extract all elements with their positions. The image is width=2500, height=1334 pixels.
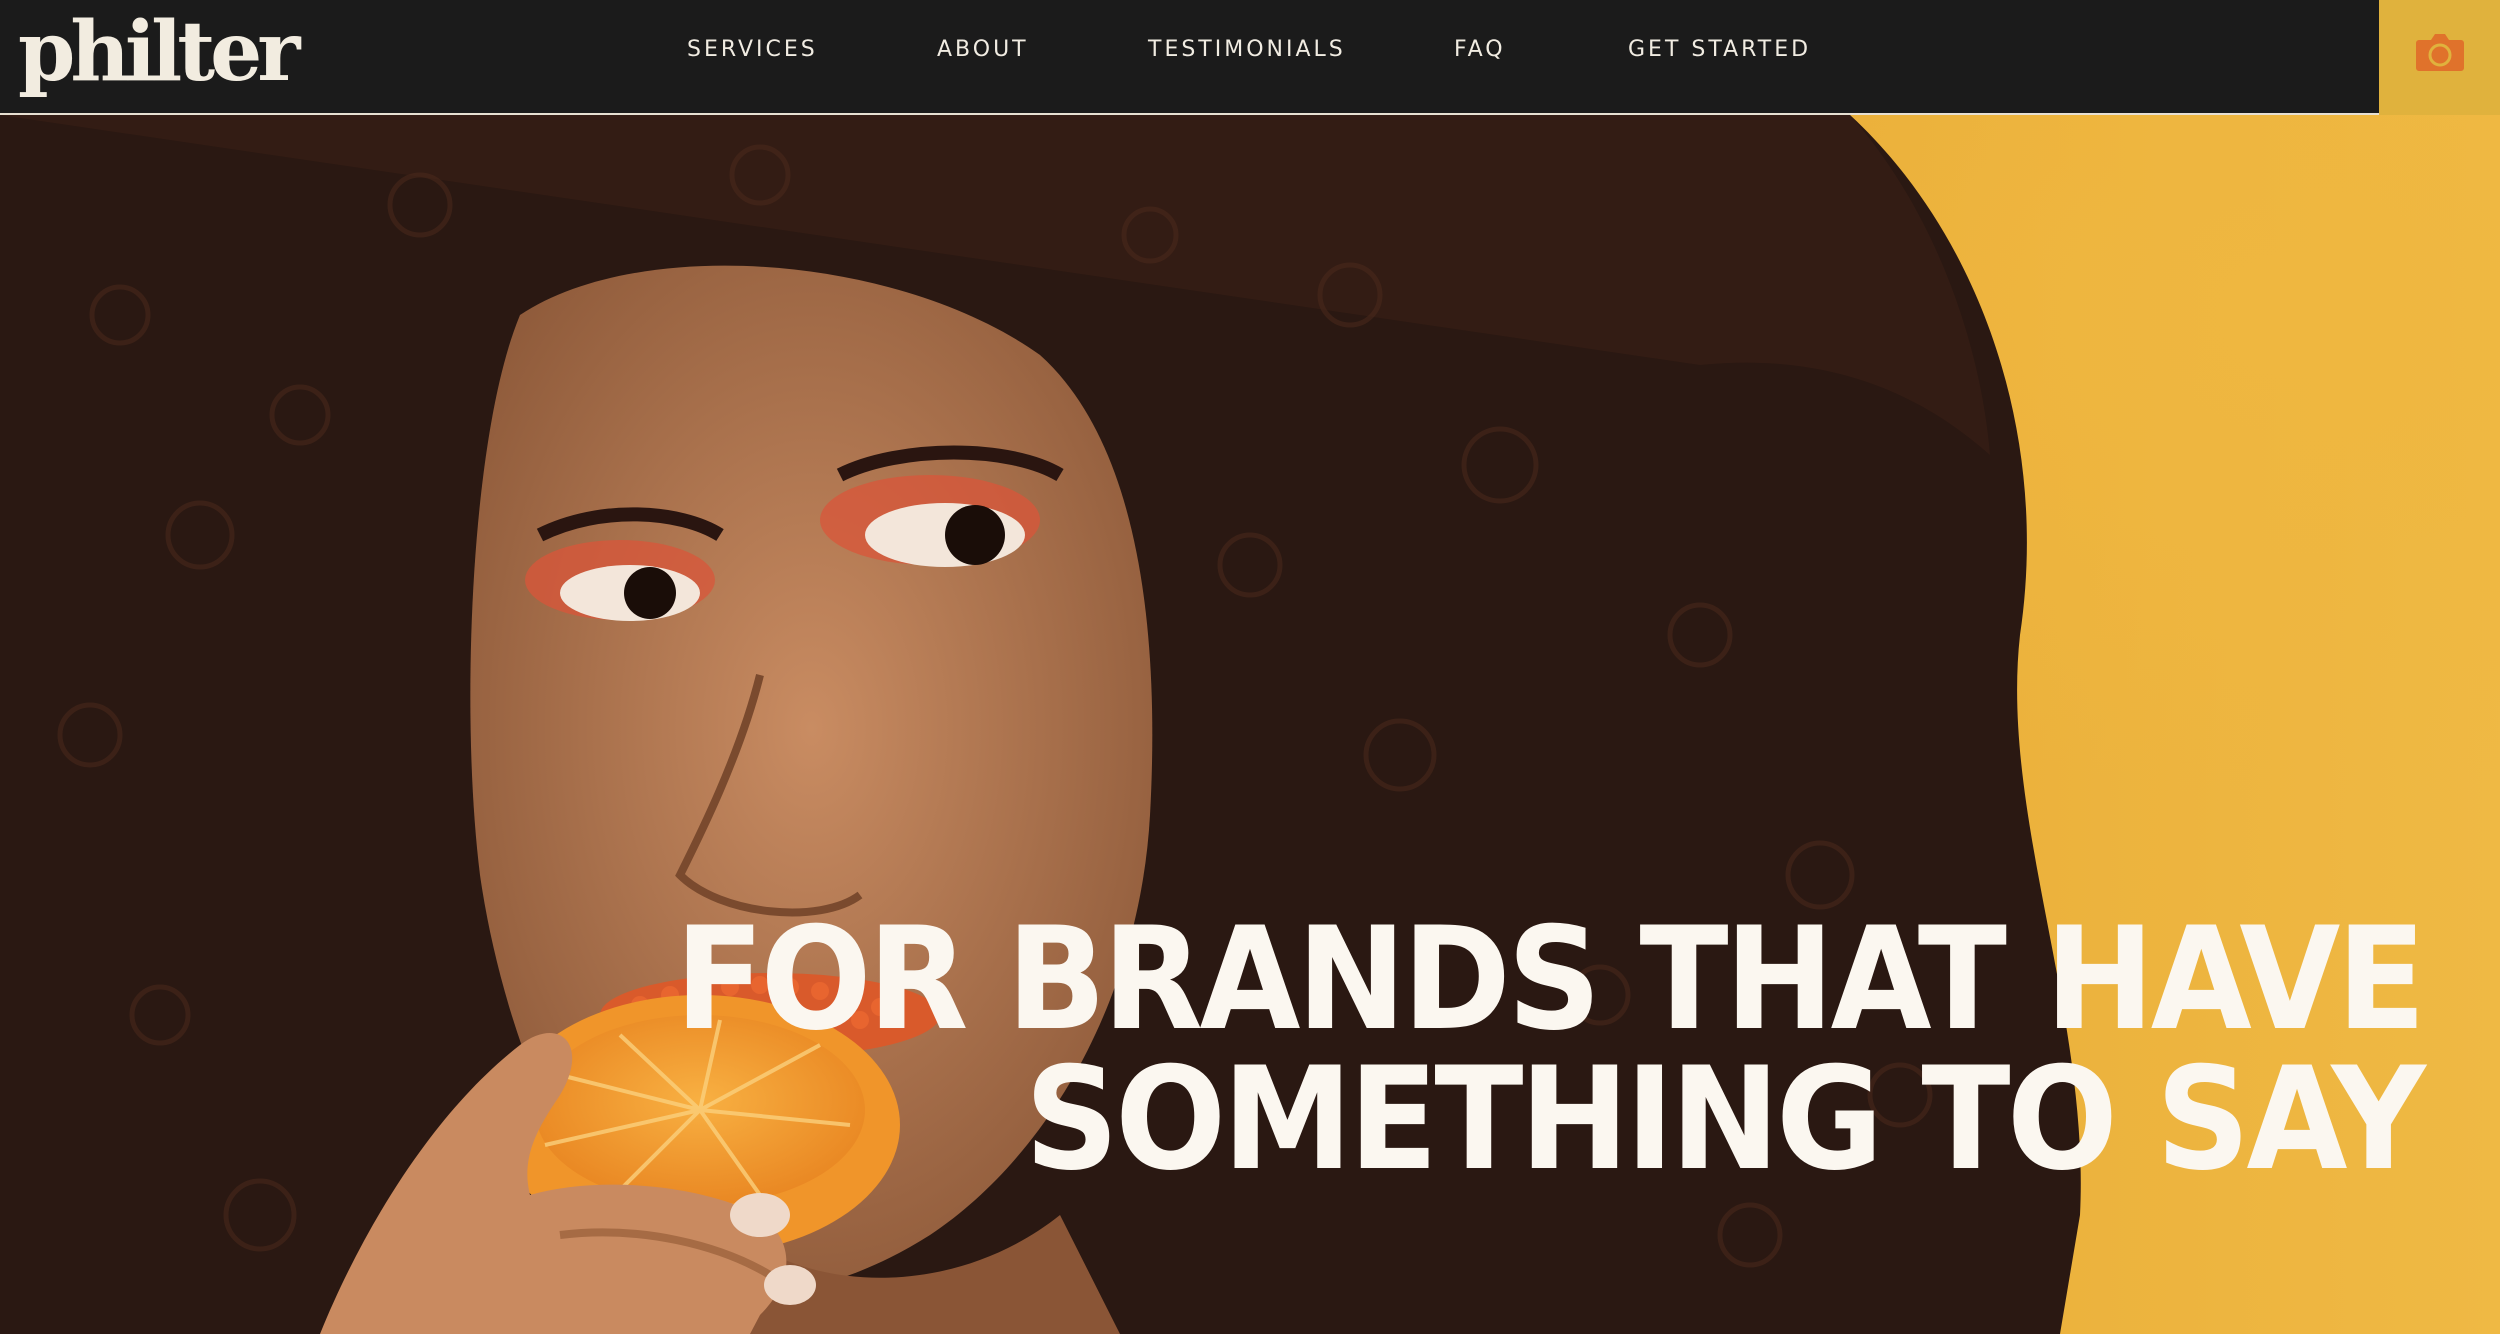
hero-headline: FOR BRANDS THAT HAVE SOMETHING TO SAY — [674, 897, 2426, 1202]
hero-section: FOR BRANDS THAT HAVE SOMETHING TO SAY — [0, 115, 2500, 1334]
top-navigation-bar: philter SERVICES ABOUT TESTIMONIALS FAQ … — [0, 0, 2500, 115]
nav-item-about[interactable]: ABOUT — [937, 34, 1029, 66]
philter-logo[interactable]: philter — [18, 2, 301, 102]
hero-headline-line-2: SOMETHING TO SAY — [1024, 1037, 2425, 1202]
camera-icon — [2416, 34, 2464, 71]
hero-headline-line-1: FOR BRANDS THAT HAVE — [674, 897, 2426, 1062]
nav-item-get-started[interactable]: GET STARTED — [1628, 34, 1811, 66]
camera-button[interactable] — [2379, 0, 2500, 115]
nav-item-faq[interactable]: FAQ — [1454, 34, 1506, 66]
nav-item-services[interactable]: SERVICES — [687, 34, 818, 66]
nav-item-testimonials[interactable]: TESTIMONIALS — [1148, 34, 1346, 66]
